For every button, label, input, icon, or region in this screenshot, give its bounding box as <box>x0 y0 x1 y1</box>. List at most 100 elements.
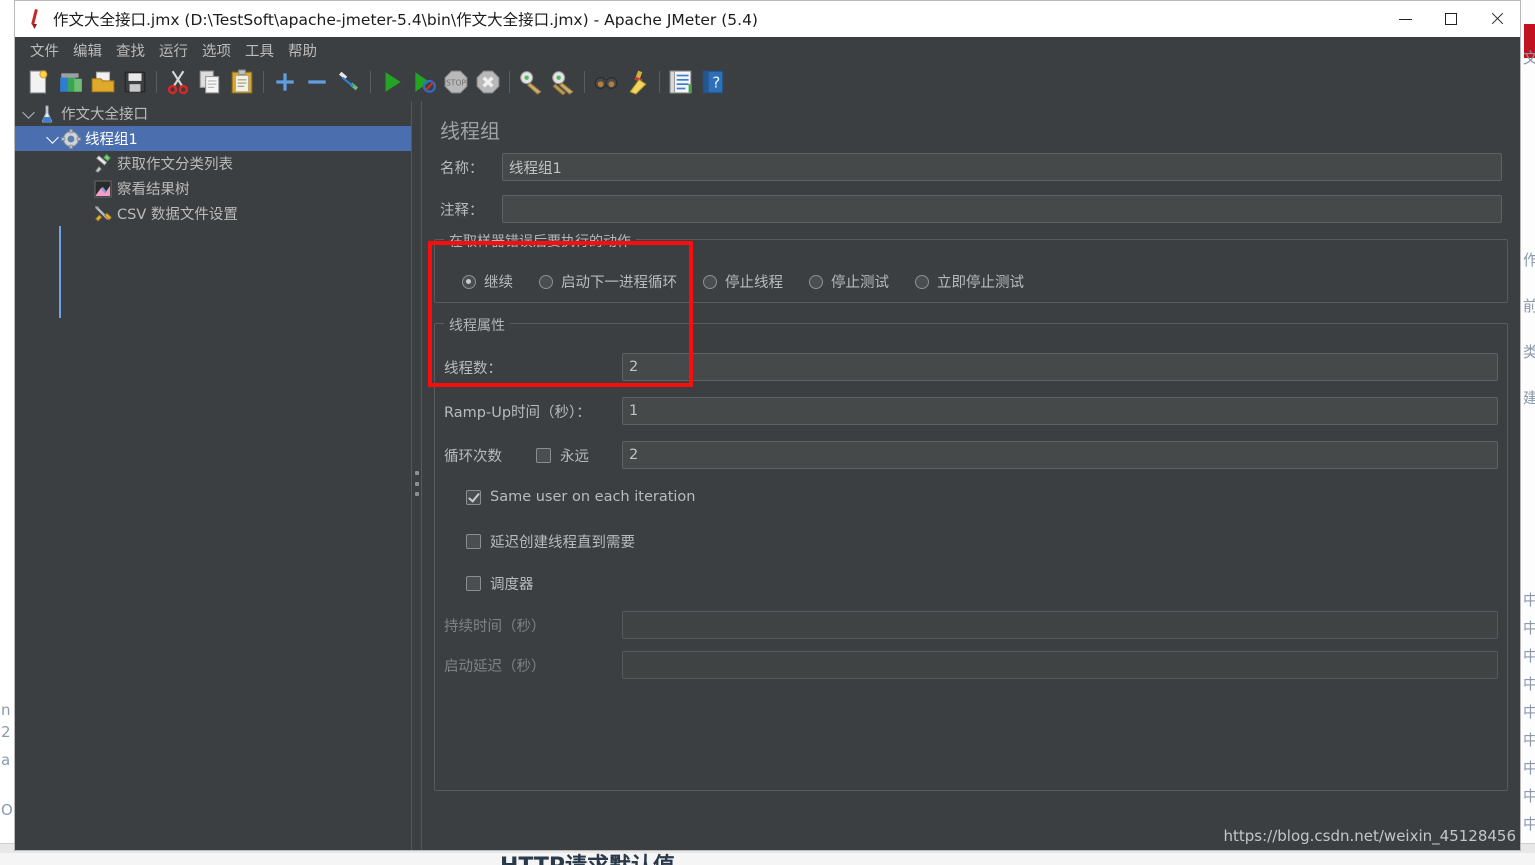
open-icon <box>91 71 115 93</box>
background-left-glyph-2: a <box>1 751 11 769</box>
radio-stop-test-now[interactable]: 立即停止测试 <box>915 271 1024 292</box>
tree-node-csv-data-set[interactable]: CSV 数据文件设置 <box>15 201 411 226</box>
toolbar-separator-2 <box>263 71 264 93</box>
start-no-pauses-button[interactable] <box>408 66 440 98</box>
thread-count-label: 线程数： <box>444 360 502 377</box>
startup-delay-input[interactable] <box>622 651 1498 679</box>
toolbar-separator-5 <box>584 71 585 93</box>
expand-all-button[interactable] <box>269 66 301 98</box>
stop-button[interactable]: STOP <box>440 66 472 98</box>
tree-node-label: 线程组1 <box>85 132 138 148</box>
name-input[interactable] <box>502 153 1502 181</box>
toolbar-separator-4 <box>509 71 510 93</box>
same-user-checkbox[interactable]: Same user on each iteration <box>466 489 696 505</box>
radio-stop-thread[interactable]: 停止线程 <box>703 271 783 292</box>
menu-bar: 文件 编辑 查找 运行 选项 工具 帮助 <box>15 37 1520 63</box>
ramp-up-input[interactable] <box>622 397 1498 425</box>
clear-icon <box>520 71 542 95</box>
toolbar-separator-1 <box>156 71 157 93</box>
search-button[interactable] <box>590 66 622 98</box>
menu-item-tools[interactable]: 工具 <box>238 38 281 63</box>
menu-item-file[interactable]: 文件 <box>23 38 66 63</box>
menu-item-options[interactable]: 选项 <box>195 38 238 63</box>
menu-item-edit[interactable]: 编辑 <box>66 38 109 63</box>
comment-label: 注释： <box>440 202 484 219</box>
tree-connector-line <box>59 226 61 318</box>
maximize-icon <box>1445 13 1457 25</box>
reset-search-icon <box>629 70 647 95</box>
duration-label: 持续时间（秒） <box>444 618 546 635</box>
copy-button[interactable] <box>194 66 226 98</box>
tree-node-http-sampler[interactable]: 获取作文分类列表 <box>15 151 411 176</box>
start-icon <box>385 72 401 92</box>
cut-button[interactable] <box>162 66 194 98</box>
tree-node-test-plan[interactable]: 作文大全接口 <box>15 101 411 126</box>
radio-label: 停止线程 <box>725 275 783 291</box>
svg-text:?: ? <box>712 73 720 91</box>
background-right-glyph-11: 中 <box>1523 759 1535 777</box>
background-right-glyph-0: 文 <box>1523 49 1535 67</box>
scheduler-checkbox[interactable]: 调度器 <box>466 573 534 594</box>
background-right-glyph-3: 类 <box>1523 343 1535 361</box>
clear-all-button[interactable] <box>547 66 579 98</box>
start-button[interactable] <box>376 66 408 98</box>
checkbox-mark-icon <box>466 489 481 505</box>
help-button[interactable]: ? <box>697 66 729 98</box>
toggle-button[interactable] <box>333 66 365 98</box>
checkbox-mark-icon <box>466 534 481 549</box>
watermark-text: https://blog.csdn.net/weixin_45128456 <box>1223 827 1516 845</box>
duration-input[interactable] <box>622 611 1498 639</box>
radio-continue[interactable]: 继续 <box>462 271 513 292</box>
paste-button[interactable] <box>226 66 258 98</box>
chevron-down-icon[interactable] <box>43 126 61 151</box>
function-helper-icon <box>669 70 692 94</box>
shutdown-button[interactable] <box>472 66 504 98</box>
collapse-all-button[interactable] <box>301 66 333 98</box>
thread-group-icon <box>61 128 81 149</box>
clear-button[interactable] <box>515 66 547 98</box>
toolbar-separator-3 <box>370 71 371 93</box>
splitter-handle[interactable] <box>414 471 419 496</box>
loop-count-row: 循环次数 永远 <box>444 441 1498 469</box>
close-button[interactable] <box>1474 1 1520 37</box>
open-button[interactable] <box>87 66 119 98</box>
radio-mark-icon <box>539 274 553 289</box>
comment-row: 注释： <box>440 195 1502 223</box>
save-button[interactable] <box>119 66 151 98</box>
splitter-left-border <box>411 101 412 850</box>
background-right-glyph-4: 建 <box>1523 389 1535 407</box>
forever-checkbox[interactable]: 永远 <box>536 445 622 466</box>
radio-mark-icon <box>809 274 823 289</box>
function-helper-button[interactable] <box>665 66 697 98</box>
forever-label: 永远 <box>560 448 589 465</box>
checkbox-mark-icon <box>536 447 551 463</box>
startup-delay-label: 启动延迟（秒） <box>444 658 546 675</box>
menu-item-search[interactable]: 查找 <box>109 38 152 63</box>
loop-count-input[interactable] <box>622 441 1498 469</box>
reset-search-button[interactable] <box>622 66 654 98</box>
tree-node-thread-group[interactable]: 线程组1 <box>15 126 411 151</box>
minimize-button[interactable] <box>1382 1 1428 37</box>
tree-node-view-results-tree[interactable]: 察看结果树 <box>15 176 411 201</box>
menu-item-help[interactable]: 帮助 <box>281 38 324 63</box>
templates-button[interactable] <box>55 66 87 98</box>
shutdown-icon <box>476 70 500 94</box>
comment-input[interactable] <box>502 195 1502 223</box>
help-icon: ? <box>702 70 724 94</box>
maximize-button[interactable] <box>1428 1 1474 37</box>
radio-start-next-loop[interactable]: 启动下一进程循环 <box>539 271 677 292</box>
radio-stop-test[interactable]: 停止测试 <box>809 271 889 292</box>
background-left-glyph-3: O <box>1 801 13 819</box>
chevron-down-icon[interactable] <box>19 101 37 126</box>
menu-item-run[interactable]: 运行 <box>152 38 195 63</box>
scheduler-label: 调度器 <box>490 577 534 593</box>
window-title: 作文大全接口.jmx (D:\TestSoft\apache-jmeter-5.… <box>53 11 758 29</box>
new-button[interactable] <box>23 66 55 98</box>
thread-count-input[interactable] <box>622 353 1498 381</box>
collapse-all-icon <box>308 80 326 84</box>
svg-text:STOP: STOP <box>446 78 466 87</box>
window-controls <box>1382 1 1520 37</box>
background-right-glyph-5: 中 <box>1523 591 1535 609</box>
test-plan-tree[interactable]: 作文大全接口 线程组1 获取作文分类列表 察看结果树 CSV 数据文件设置 <box>15 101 411 850</box>
delay-thread-creation-checkbox[interactable]: 延迟创建线程直到需要 <box>466 531 635 552</box>
